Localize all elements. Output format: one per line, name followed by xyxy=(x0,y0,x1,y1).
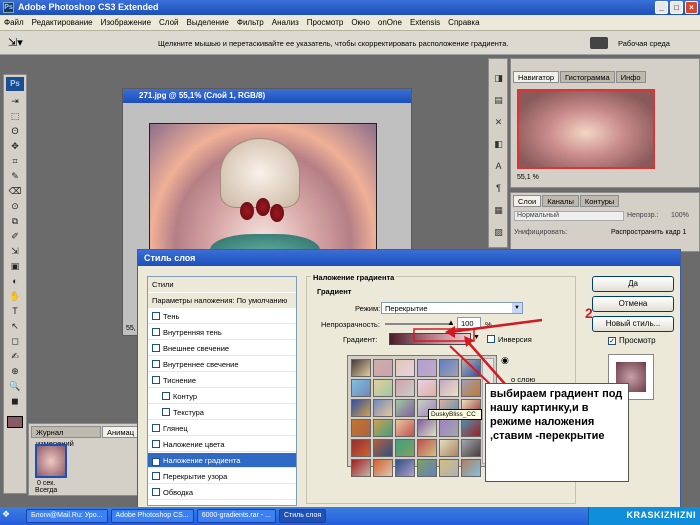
taskbar-button[interactable]: 6000-gradients.rar - ... xyxy=(196,509,276,523)
taskbar-button[interactable]: Блоги@Mail.Ru: Уро... xyxy=(26,509,108,523)
callout-text: выбираем градиент под нашу картинку,и в … xyxy=(490,388,623,442)
start-icon[interactable]: ❖ xyxy=(2,509,10,520)
arrow-head xyxy=(445,326,455,338)
watermark: KRASKIZHIZNI xyxy=(626,510,696,520)
taskbar-button[interactable]: Стиль слоя xyxy=(278,509,327,523)
taskbar-button[interactable]: Adobe Photoshop CS... xyxy=(110,509,194,523)
arrow-to-mode xyxy=(449,318,543,334)
arrow-to-picker xyxy=(449,345,491,385)
taskbar: ❖ Блоги@Mail.Ru: Уро... Adobe Photoshop C… xyxy=(0,507,700,525)
arrow-to-gradient xyxy=(467,341,506,385)
system-tray: KRASKIZHIZNI xyxy=(588,507,700,525)
instruction-callout: выбираем градиент под нашу картинку,и в … xyxy=(485,383,629,482)
